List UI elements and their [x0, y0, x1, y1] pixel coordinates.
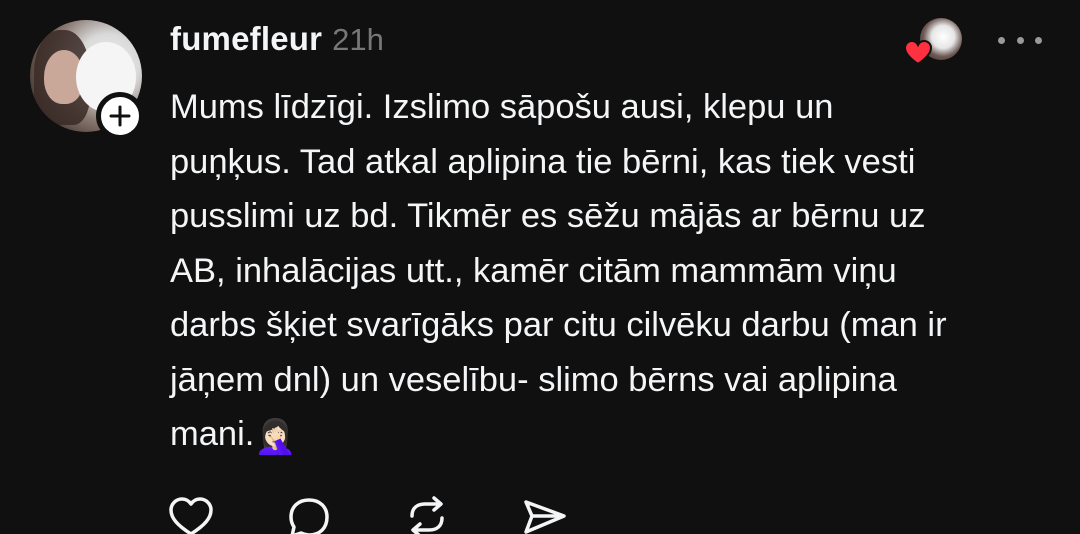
post-actions — [166, 496, 570, 534]
post-header: fumefleur 21h — [170, 20, 384, 64]
thread-post: fumefleur 21h Mums līdzīgi. Izslimo sāpo… — [0, 0, 1080, 534]
more-options-icon-dot — [998, 36, 1005, 44]
more-options-icon-dot — [1035, 36, 1042, 44]
username[interactable]: fumefleur — [170, 20, 322, 58]
repost-icon — [410, 496, 444, 534]
post-timestamp: 21h — [332, 22, 384, 57]
comment-icon — [289, 498, 329, 534]
more-options-button[interactable] — [998, 28, 1042, 52]
plus-icon — [109, 105, 131, 127]
repost-button[interactable] — [402, 496, 452, 534]
post-body-line: darbs šķiet svarīgāks par citu cilvēku d… — [170, 306, 947, 344]
heart-icon — [904, 40, 932, 66]
post-body: Mums līdzīgi. Izslimo sāpošu ausi, klepu… — [170, 80, 1060, 465]
post-body-line: puņķus. Tad atkal aplipina tie bērni, ka… — [170, 142, 916, 181]
heart-outline-icon — [169, 497, 213, 534]
facepalm-emoji: 🤦🏻‍♀️ — [254, 417, 297, 457]
post-body-line: pusslimi uz bd. Tikmēr es sēžu mājās ar … — [170, 197, 926, 235]
more-options-icon-dot — [1016, 36, 1024, 44]
post-body-last-line: mani.🤦🏻‍♀️ — [170, 407, 1060, 465]
post-body-line: Mums līdzīgi. Izslimo sāpošu ausi, klepu… — [170, 88, 834, 126]
liked-by-author-indicator[interactable] — [904, 18, 962, 66]
post-body-line: jāņem dnl) un veselību- slimo bērns vai … — [170, 360, 897, 399]
post-body-line: AB, inhalācijas utt., kamēr citām mammām… — [170, 251, 897, 290]
like-button[interactable] — [166, 496, 216, 534]
send-icon — [524, 500, 566, 534]
post-body-line: mani. — [170, 415, 255, 453]
reply-button[interactable] — [284, 496, 334, 534]
share-button[interactable] — [520, 496, 570, 534]
follow-button[interactable] — [96, 92, 144, 140]
